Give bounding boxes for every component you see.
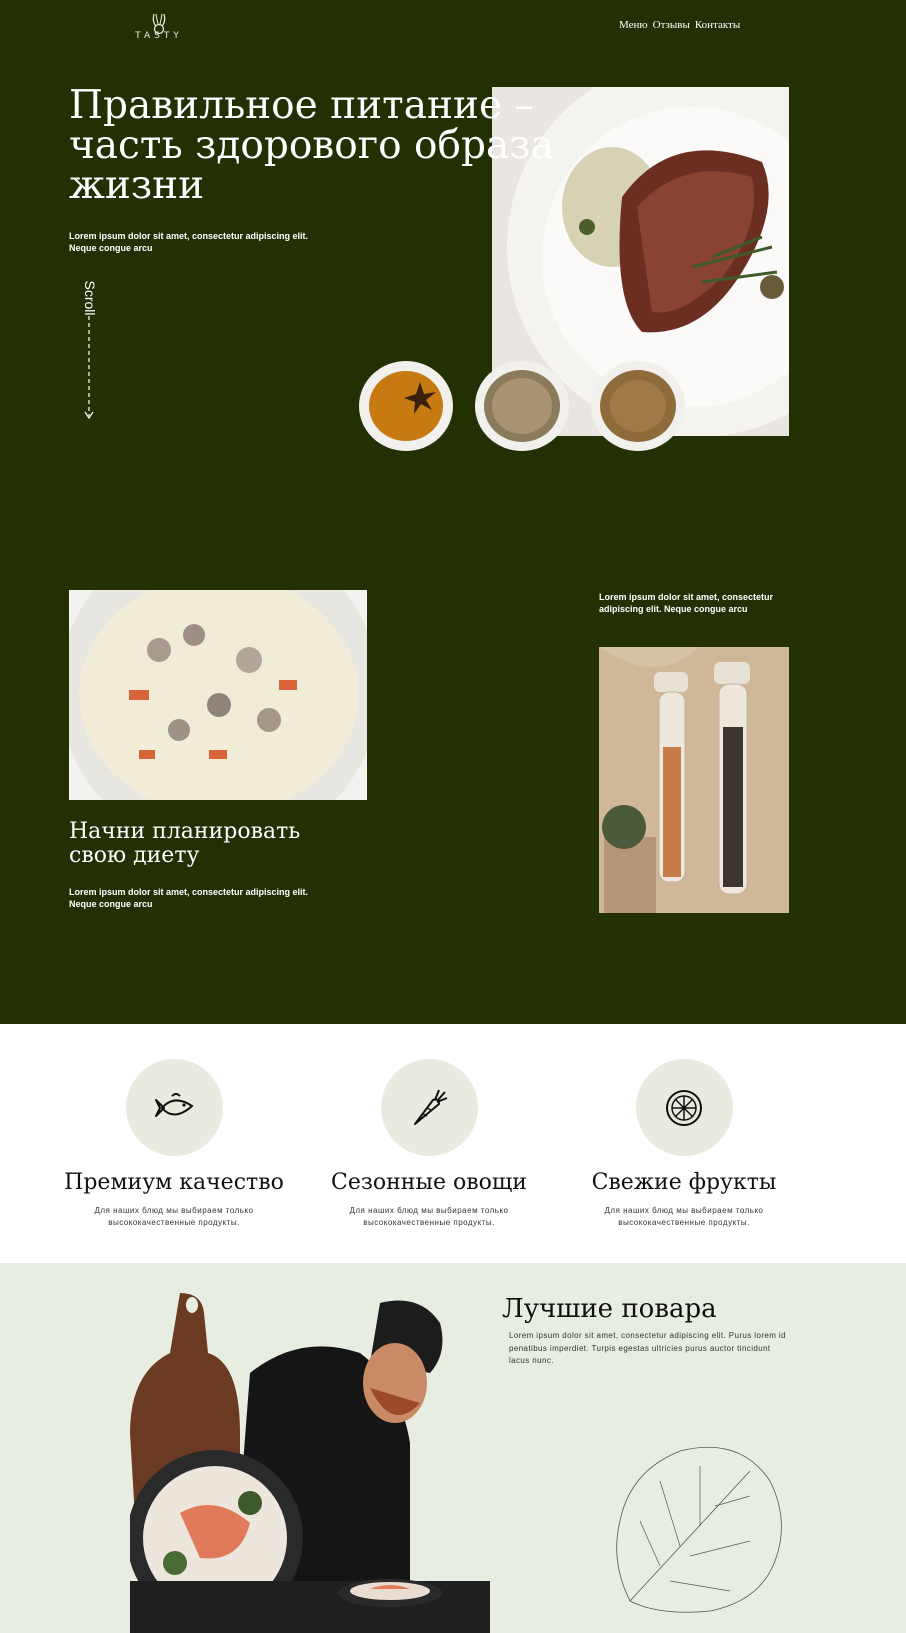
feature-text: Для наших блюд мы выбираем только высоко… xyxy=(604,1206,764,1227)
logo[interactable]: TASTY xyxy=(134,10,184,44)
monstera-leaf-icon xyxy=(616,1446,782,1613)
main-nav: Меню Отзывы Контакты xyxy=(619,19,740,31)
scroll-label: Scroll xyxy=(82,280,98,316)
diet-title: Начни планировать свою диету xyxy=(69,819,301,868)
hero-title: Правильное питание – часть здорового обр… xyxy=(69,83,554,208)
spice-bowl-pepper-image xyxy=(475,361,569,451)
spice-bowl-cumin-image xyxy=(591,361,685,451)
features-section: Премиум качество Для наших блюд мы выбир… xyxy=(0,1024,906,1263)
dashed-arrow-down-icon xyxy=(84,316,94,420)
hero-subtitle: Lorem ipsum dolor sit amet, consectetur … xyxy=(69,231,309,253)
feature-icon-circle xyxy=(380,1059,478,1156)
feature-title: Премиум качество xyxy=(64,1170,284,1195)
fruit-slice-icon xyxy=(666,1089,702,1126)
fish-icon xyxy=(155,1092,194,1117)
feature-title: Сезонные овощи xyxy=(331,1170,527,1195)
feature-premium-quality: Премиум качество Для наших блюд мы выбир… xyxy=(54,1024,294,1229)
feature-title: Свежие фрукты xyxy=(591,1170,777,1195)
chefs-section: Лучшие повара Lorem ipsum dolor sit amet… xyxy=(0,1263,906,1633)
scroll-indicator[interactable]: Scroll xyxy=(78,272,100,422)
clam-chowder-image xyxy=(69,590,367,800)
feature-fresh-fruits: Свежие фрукты Для наших блюд мы выбираем… xyxy=(564,1024,804,1229)
carrot-icon xyxy=(414,1089,448,1125)
chefs-title: Лучшие повара xyxy=(502,1294,717,1324)
nav-link-contacts[interactable]: Контакты xyxy=(695,19,740,31)
spice-bowl-turmeric-image xyxy=(359,361,453,451)
feature-seasonal-vegetables: Сезонные овощи Для наших блюд мы выбирае… xyxy=(309,1024,549,1229)
chefs-text: Lorem ipsum dolor sit amet, consectetur … xyxy=(509,1331,786,1365)
nav-link-menu[interactable]: Меню xyxy=(619,19,648,31)
diet-subtitle: Lorem ipsum dolor sit amet, consectetur … xyxy=(69,887,309,909)
logo-text: TASTY xyxy=(135,31,183,41)
feature-text: Для наших блюд мы выбираем только высоко… xyxy=(349,1206,509,1227)
feature-icon-circle xyxy=(635,1059,733,1156)
feature-icon-circle xyxy=(125,1059,223,1156)
chef-with-dish-image xyxy=(130,1293,490,1633)
nav-link-reviews[interactable]: Отзывы xyxy=(653,19,690,31)
feature-text: Для наших блюд мы выбираем только высоко… xyxy=(94,1206,254,1227)
pepper-mills-image xyxy=(599,647,789,913)
diet-right-text: Lorem ipsum dolor sit amet, consectetur … xyxy=(599,592,774,614)
